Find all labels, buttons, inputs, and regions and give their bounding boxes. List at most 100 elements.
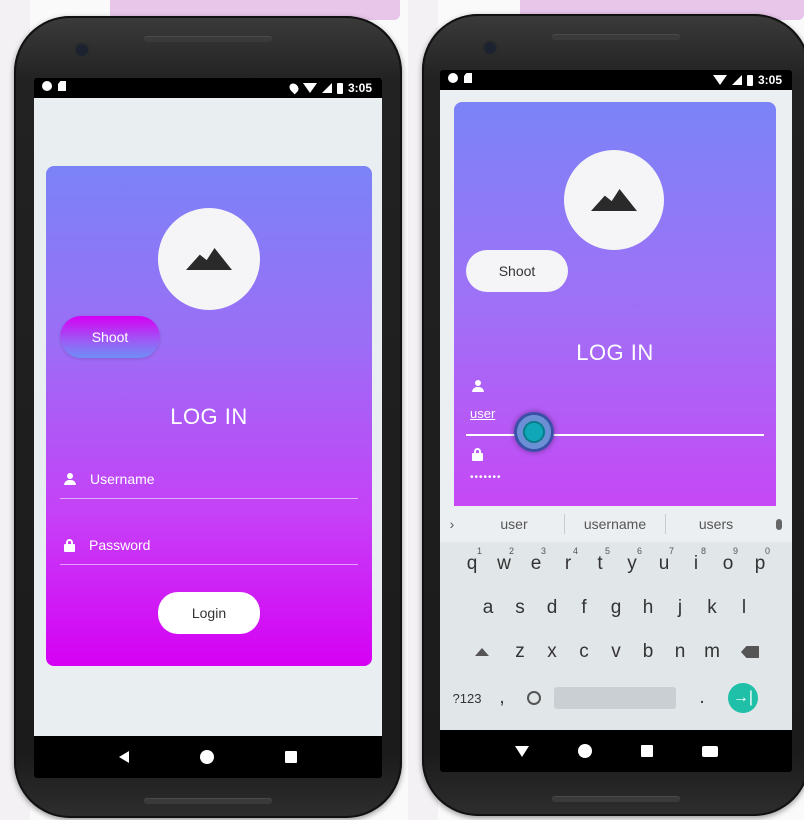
key-z[interactable]: z — [504, 634, 536, 670]
wifi-icon — [712, 75, 727, 85]
person-icon — [64, 473, 76, 485]
key-o[interactable]: o9 — [712, 546, 744, 582]
wifi-icon — [302, 83, 317, 93]
key-g[interactable]: g — [600, 590, 632, 626]
backspace-key[interactable] — [728, 634, 772, 670]
keyboard-row-1: q1w2e3r4t5y6u7i8o9p0 — [440, 546, 792, 582]
keyboard-row-4: ?123 , . →| — [440, 680, 792, 716]
suggestion-3[interactable]: users — [666, 516, 766, 532]
key-p[interactable]: p0 — [744, 546, 776, 582]
username-field[interactable]: Username — [64, 471, 155, 487]
person-icon — [472, 380, 484, 392]
key-a[interactable]: a — [472, 590, 504, 626]
shoot-button[interactable]: Shoot — [466, 250, 568, 292]
emoji-key[interactable] — [520, 680, 548, 716]
phone-left: 3:05 Shoot LOG IN Username Password Logi… — [14, 16, 402, 818]
username-placeholder: Username — [90, 471, 155, 487]
key-v[interactable]: v — [600, 634, 632, 670]
key-h[interactable]: h — [632, 590, 664, 626]
recents-icon[interactable] — [640, 745, 653, 757]
front-camera — [484, 42, 496, 54]
comma-key[interactable]: , — [490, 680, 514, 716]
nav-bar — [440, 730, 792, 772]
password-underline — [60, 564, 358, 565]
mic-icon[interactable] — [766, 518, 792, 530]
key-l[interactable]: l — [728, 590, 760, 626]
login-button[interactable]: Login — [158, 592, 260, 634]
key-f[interactable]: f — [568, 590, 600, 626]
page-title: LOG IN — [576, 340, 654, 365]
sd-card-icon — [464, 73, 472, 83]
speaker-grille-top — [552, 34, 680, 40]
phone-right: 3:05 Shoot LOG IN user ••••••• › user us… — [422, 14, 804, 816]
sd-card-icon — [58, 81, 66, 91]
login-card: Shoot LOG IN user ••••••• — [454, 102, 776, 522]
screenshot-stage: 3:05 Shoot LOG IN Username Password Logi… — [0, 0, 804, 820]
key-i[interactable]: i8 — [680, 546, 712, 582]
mountain-icon — [591, 189, 637, 211]
key-e[interactable]: e3 — [520, 546, 552, 582]
shoot-button[interactable]: Shoot — [60, 316, 160, 358]
emoji-icon — [527, 691, 541, 705]
suggestion-1[interactable]: user — [464, 516, 564, 532]
recents-icon[interactable] — [284, 751, 297, 763]
notification-dot-icon — [42, 81, 52, 91]
password-placeholder: Password — [89, 537, 151, 553]
nav-bar — [34, 736, 382, 778]
status-time: 3:05 — [347, 81, 372, 95]
space-key[interactable] — [554, 687, 676, 709]
key-q[interactable]: q1 — [456, 546, 488, 582]
keyboard: q1w2e3r4t5y6u7i8o9p0 asdfghjkl zxcvbnm ?… — [440, 542, 792, 730]
touch-indicator — [514, 412, 554, 452]
username-input[interactable]: user — [470, 406, 495, 421]
mountain-icon — [186, 248, 232, 270]
hide-keyboard-icon[interactable] — [514, 745, 529, 757]
key-b[interactable]: b — [632, 634, 664, 670]
shift-key[interactable] — [460, 634, 504, 670]
keyboard-row-2: asdfghjkl — [440, 590, 792, 626]
keyboard-row-3: zxcvbnm — [440, 634, 792, 670]
status-bar: 3:05 — [34, 78, 382, 98]
notification-dot-icon — [448, 73, 458, 83]
home-icon[interactable] — [199, 750, 214, 764]
screen-right: 3:05 Shoot LOG IN user ••••••• › user us… — [440, 70, 792, 772]
status-bar: 3:05 — [440, 70, 792, 90]
password-input[interactable]: ••••••• — [470, 472, 502, 483]
key-w[interactable]: w2 — [488, 546, 520, 582]
suggestion-bar: › user username users — [440, 506, 792, 542]
signal-icon — [731, 75, 742, 85]
key-k[interactable]: k — [696, 590, 728, 626]
key-t[interactable]: t5 — [584, 546, 616, 582]
enter-key[interactable]: →| — [728, 683, 758, 713]
status-time: 3:05 — [757, 73, 782, 87]
battery-icon — [336, 82, 343, 94]
key-y[interactable]: y6 — [616, 546, 648, 582]
backspace-icon — [741, 646, 759, 658]
screen-left: 3:05 Shoot LOG IN Username Password Logi… — [34, 78, 382, 778]
symbols-key[interactable]: ?123 — [450, 680, 484, 716]
back-icon[interactable] — [119, 751, 130, 763]
page-title: LOG IN — [170, 404, 248, 429]
expand-chevron-icon[interactable]: › — [440, 516, 464, 532]
logo-circle — [158, 208, 260, 310]
password-field[interactable]: Password — [64, 537, 150, 553]
keyboard-switch-icon[interactable] — [701, 745, 718, 757]
key-u[interactable]: u7 — [648, 546, 680, 582]
key-s[interactable]: s — [504, 590, 536, 626]
key-d[interactable]: d — [536, 590, 568, 626]
key-c[interactable]: c — [568, 634, 600, 670]
speaker-grille-bottom — [552, 796, 680, 802]
username-underline-active — [466, 434, 764, 436]
period-key[interactable]: . — [682, 680, 722, 716]
key-r[interactable]: r4 — [552, 546, 584, 582]
home-icon[interactable] — [577, 744, 592, 758]
location-icon — [287, 81, 301, 95]
key-n[interactable]: n — [664, 634, 696, 670]
lock-icon — [472, 448, 483, 461]
key-x[interactable]: x — [536, 634, 568, 670]
key-j[interactable]: j — [664, 590, 696, 626]
username-underline — [60, 498, 358, 499]
key-m[interactable]: m — [696, 634, 728, 670]
suggestion-2[interactable]: username — [565, 516, 665, 532]
front-camera — [76, 44, 88, 56]
